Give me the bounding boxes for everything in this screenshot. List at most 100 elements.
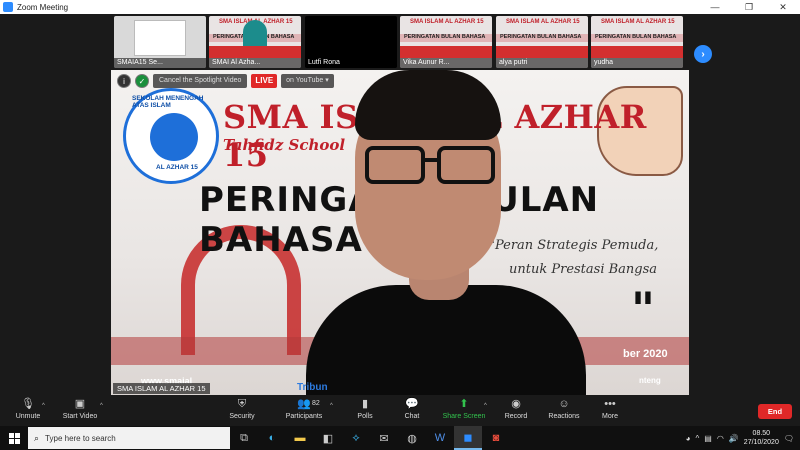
minimize-button[interactable]: — — [698, 0, 732, 14]
clock-time: 08.50 — [752, 430, 771, 437]
glasses-right-lens — [437, 146, 495, 184]
participant-thumbnail[interactable]: SMA ISLAM AL AZHAR 15 PERINGATAN BULAN B… — [591, 16, 683, 68]
banner-subtitle: PERINGATAN BULAN BAHASA — [595, 34, 677, 40]
participant-thumbnail[interactable]: SMA ISLAM AL AZHAR 15 PERINGATAN BULAN B… — [400, 16, 492, 68]
security-label: Security — [229, 413, 255, 420]
mail-icon[interactable]: ✉ — [370, 426, 398, 450]
youtube-stream-dropdown[interactable]: on YouTube ▾ — [281, 74, 334, 88]
share-options-caret-icon[interactable]: ^ — [484, 403, 487, 409]
zoom-app-icon — [3, 2, 13, 12]
speaker-body — [306, 285, 586, 395]
participant-name: SMAI Al Azha... — [209, 58, 301, 68]
word-icon[interactable]: W — [426, 426, 454, 450]
spotlight-video[interactable]: SEKOLAH MENENGAH ATAS ISLAM AL AZHAR 15 … — [111, 70, 689, 395]
speaker-name-label: SMA ISLAM AL AZHAR 15 — [113, 383, 210, 394]
banner-title: SMA ISLAM AL AZHAR 15 — [506, 19, 580, 25]
end-meeting-button[interactable]: End — [758, 404, 792, 419]
mosque-icon — [150, 113, 198, 161]
video-options-caret-icon[interactable]: ^ — [100, 403, 103, 409]
ellipsis-icon: ••• — [604, 398, 616, 410]
unmute-button[interactable]: 🎙 Unmute — [0, 398, 56, 426]
speaker-hair — [355, 70, 501, 140]
meeting-info-icon[interactable]: i — [117, 74, 131, 88]
participant-thumbnail[interactable]: SMA ISLAM AL AZHAR 15 PERINGATAN BULAN B… — [496, 16, 588, 68]
participant-name: alya putri — [496, 58, 588, 68]
user-avatar-icon[interactable]: ◕ — [686, 434, 691, 443]
chat-bubble-icon: 💬 — [405, 398, 419, 410]
participants-count: 82 — [312, 400, 320, 407]
participant-name: Vika Aunur R... — [400, 58, 492, 68]
volume-icon[interactable]: 🔊 — [729, 434, 739, 443]
red-app-icon[interactable]: ◙ — [482, 426, 510, 450]
meeting-toolbar: 🎙 Unmute ^ ▣ Start Video ^ ⛨ Security 👥 … — [0, 396, 800, 426]
record-label: Record — [504, 413, 528, 420]
shield-icon: ⛨ — [237, 398, 247, 410]
participants-button[interactable]: 👥 Participants — [276, 398, 332, 426]
smiley-icon: ☺ — [558, 398, 570, 410]
start-video-label: Start Video — [62, 413, 98, 420]
share-screen-label: Share Screen — [442, 413, 486, 420]
store-icon[interactable]: ◧ — [314, 426, 342, 450]
windows-taskbar: ⌕ Type here to search ⧉ ◐ ▬ ◧ ⟡ ✉ ◍ W ◼ … — [0, 426, 800, 450]
banner-title: SMA ISLAM AL AZHAR 15 — [410, 19, 484, 25]
video-off-icon: ▣ — [74, 398, 86, 410]
unmute-label: Unmute — [15, 413, 41, 420]
taskbar-clock[interactable]: 08.50 27/10/2020 — [744, 429, 779, 447]
microphone-muted-icon: 🎙 — [21, 398, 35, 410]
slide-quote-line-1: "Peran Strategis Pemuda, — [489, 238, 659, 253]
start-button[interactable] — [0, 426, 28, 450]
quote-mark: " — [631, 282, 655, 336]
search-placeholder: Type here to search — [45, 433, 116, 443]
more-label: More — [602, 413, 618, 420]
encryption-shield-icon[interactable]: ✓ — [135, 74, 149, 88]
windows-logo-icon — [8, 432, 20, 444]
participant-name: yudha — [591, 58, 683, 68]
participant-name: SMAIA15 Se... — [114, 58, 206, 68]
edge-browser-icon[interactable]: ◐ — [258, 426, 286, 450]
close-button[interactable]: ✕ — [766, 0, 800, 14]
chat-button[interactable]: 💬 Chat — [384, 398, 440, 426]
window-titlebar: Zoom Meeting — ❐ ✕ — [0, 0, 800, 14]
stage-overlay-controls: i ✓ Cancel the Spotlight Video LIVE on Y… — [117, 74, 334, 88]
cancel-spotlight-button[interactable]: Cancel the Spotlight Video — [153, 74, 248, 88]
banner-footer — [591, 46, 683, 58]
media-app-icon[interactable]: ◍ — [398, 426, 426, 450]
bar-chart-icon: ▮ — [361, 398, 369, 410]
task-view-icon[interactable]: ⧉ — [230, 426, 258, 450]
window-title: Zoom Meeting — [17, 2, 69, 12]
vscode-icon[interactable]: ⟡ — [342, 426, 370, 450]
chat-label: Chat — [404, 413, 420, 420]
participant-thumbnail-strip: SMAIA15 Se... SMA ISLAM AL AZHAR 15 PERI… — [0, 14, 800, 70]
participants-label: Participants — [285, 413, 323, 420]
participant-thumbnail[interactable]: SMAIA15 Se... — [114, 16, 206, 68]
more-button[interactable]: ••• More — [582, 398, 638, 426]
participant-thumbnail[interactable]: SMA ISLAM AL AZHAR 15 PERINGATAN BULAN B… — [209, 16, 301, 68]
system-tray: ◕ ^ ▤ ◠ 🔊 08.50 27/10/2020 🗨 — [686, 426, 800, 450]
shared-document-preview — [134, 20, 186, 56]
slide-quote-line-2: untuk Prestasi Bangsa — [509, 262, 658, 277]
network-icon[interactable]: ▤ — [704, 434, 712, 443]
shirt-logo: Tribun — [297, 382, 328, 393]
glasses-bridge — [425, 158, 437, 162]
wifi-icon[interactable]: ◠ — [717, 434, 724, 443]
school-logo: SEKOLAH MENENGAH ATAS ISLAM AL AZHAR 15 — [123, 88, 219, 184]
banner-footer — [400, 46, 492, 58]
participant-name: Lutfi Rona — [305, 58, 397, 68]
audio-options-caret-icon[interactable]: ^ — [42, 403, 45, 409]
participants-options-caret-icon[interactable]: ^ — [330, 403, 333, 409]
banner-subtitle: PERINGATAN BULAN BAHASA — [404, 34, 486, 40]
slide-location: nteng — [639, 376, 661, 385]
zoom-taskbar-icon[interactable]: ◼ — [454, 426, 482, 450]
record-icon: ◉ — [511, 398, 521, 410]
file-explorer-icon[interactable]: ▬ — [286, 426, 314, 450]
taskbar-search-box[interactable]: ⌕ Type here to search — [28, 427, 230, 449]
tray-expand-icon[interactable]: ^ — [696, 434, 700, 443]
next-page-arrow-icon[interactable]: › — [694, 45, 712, 63]
logo-arc-text: SEKOLAH MENENGAH ATAS ISLAM — [132, 95, 204, 109]
search-icon: ⌕ — [34, 432, 40, 443]
live-badge: LIVE — [251, 74, 278, 88]
security-button[interactable]: ⛨ Security — [214, 398, 270, 426]
participant-thumbnail[interactable]: Lutfi Rona — [305, 16, 397, 68]
maximize-button[interactable]: ❐ — [732, 0, 766, 14]
notifications-icon[interactable]: 🗨 — [784, 434, 794, 443]
